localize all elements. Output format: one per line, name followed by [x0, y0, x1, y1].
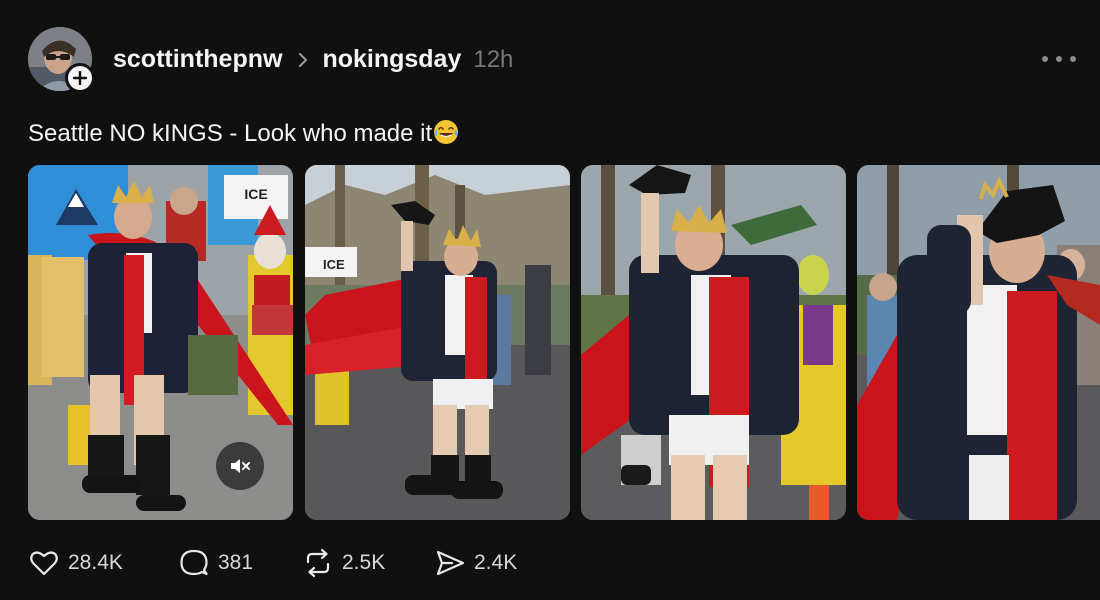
post-text: Seattle NO kINGS - Look who made it: [28, 119, 459, 148]
media-photo-3[interactable]: [581, 165, 846, 520]
dot: [1042, 56, 1048, 62]
photo: [581, 165, 846, 520]
send-icon: [436, 550, 465, 576]
share-button[interactable]: 2.4K: [434, 547, 544, 579]
more-dots-icon[interactable]: [1042, 49, 1076, 69]
speech-bubble-icon: [180, 549, 208, 576]
photo: ICE: [305, 165, 570, 520]
media-photo-2[interactable]: ICE: [305, 165, 570, 520]
like-count: 28.4K: [68, 551, 123, 574]
heart-icon: [30, 551, 58, 576]
action-bar: 28.4K 381 2.5K 2.4K: [28, 545, 544, 581]
media-video-1[interactable]: ICE: [28, 165, 293, 520]
post-timestamp: 12h: [473, 45, 514, 73]
reply-count: 381: [218, 551, 254, 574]
dot: [1056, 56, 1062, 62]
follow-button[interactable]: [65, 63, 95, 93]
repost-count: 2.5K: [342, 551, 386, 574]
community-name[interactable]: nokingsday: [322, 45, 461, 74]
media-photo-4[interactable]: [857, 165, 1100, 520]
box-label: ICE: [323, 257, 345, 272]
reply-button[interactable]: 381: [178, 547, 302, 579]
post-body: Seattle NO kINGS - Look who made it: [28, 120, 433, 147]
like-button[interactable]: 28.4K: [28, 547, 178, 579]
speaker-muted-icon: [231, 459, 250, 473]
dot: [1070, 56, 1076, 62]
repost-icon: [306, 548, 330, 578]
chevron-right-icon: [298, 52, 308, 68]
mute-button[interactable]: [216, 442, 264, 490]
plus-icon: [73, 71, 87, 85]
author-username[interactable]: scottinthepnw: [113, 45, 282, 74]
post-meta: scottinthepnw nokingsday 12h: [113, 45, 513, 74]
post-header: scottinthepnw nokingsday 12h: [28, 27, 1088, 93]
box-label: ICE: [244, 186, 267, 202]
tears-of-joy-emoji-icon: [434, 120, 459, 144]
share-count: 2.4K: [474, 551, 518, 574]
repost-button[interactable]: 2.5K: [302, 547, 434, 579]
photo: [857, 165, 1100, 520]
